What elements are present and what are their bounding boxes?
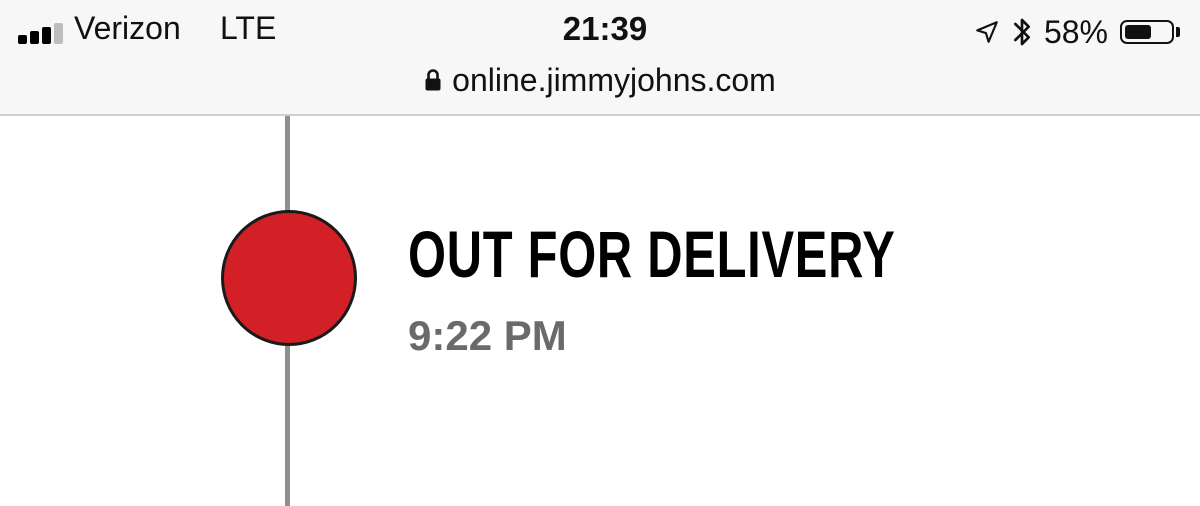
battery-percent: 58% <box>1043 13 1108 50</box>
lock-icon <box>425 69 441 91</box>
battery-icon <box>1120 20 1180 44</box>
address-bar[interactable]: online.jimmyjohns.com <box>0 58 1200 102</box>
bluetooth-icon <box>1013 18 1030 46</box>
order-tracker: OUT FOR DELIVERY 9:22 PM <box>0 116 1200 506</box>
location-arrow-icon <box>976 21 998 43</box>
url-text[interactable]: online.jimmyjohns.com <box>452 62 776 99</box>
status-dot <box>221 210 357 346</box>
status-indicators: 58% <box>974 12 1180 52</box>
browser-chrome: Verizon LTE 21:39 58% online.jimmyjohns.… <box>0 0 1200 116</box>
status-bar: Verizon LTE 21:39 58% <box>0 0 1200 62</box>
step-time: 9:22 PM <box>408 312 567 359</box>
step-title: OUT FOR DELIVERY <box>408 217 896 291</box>
